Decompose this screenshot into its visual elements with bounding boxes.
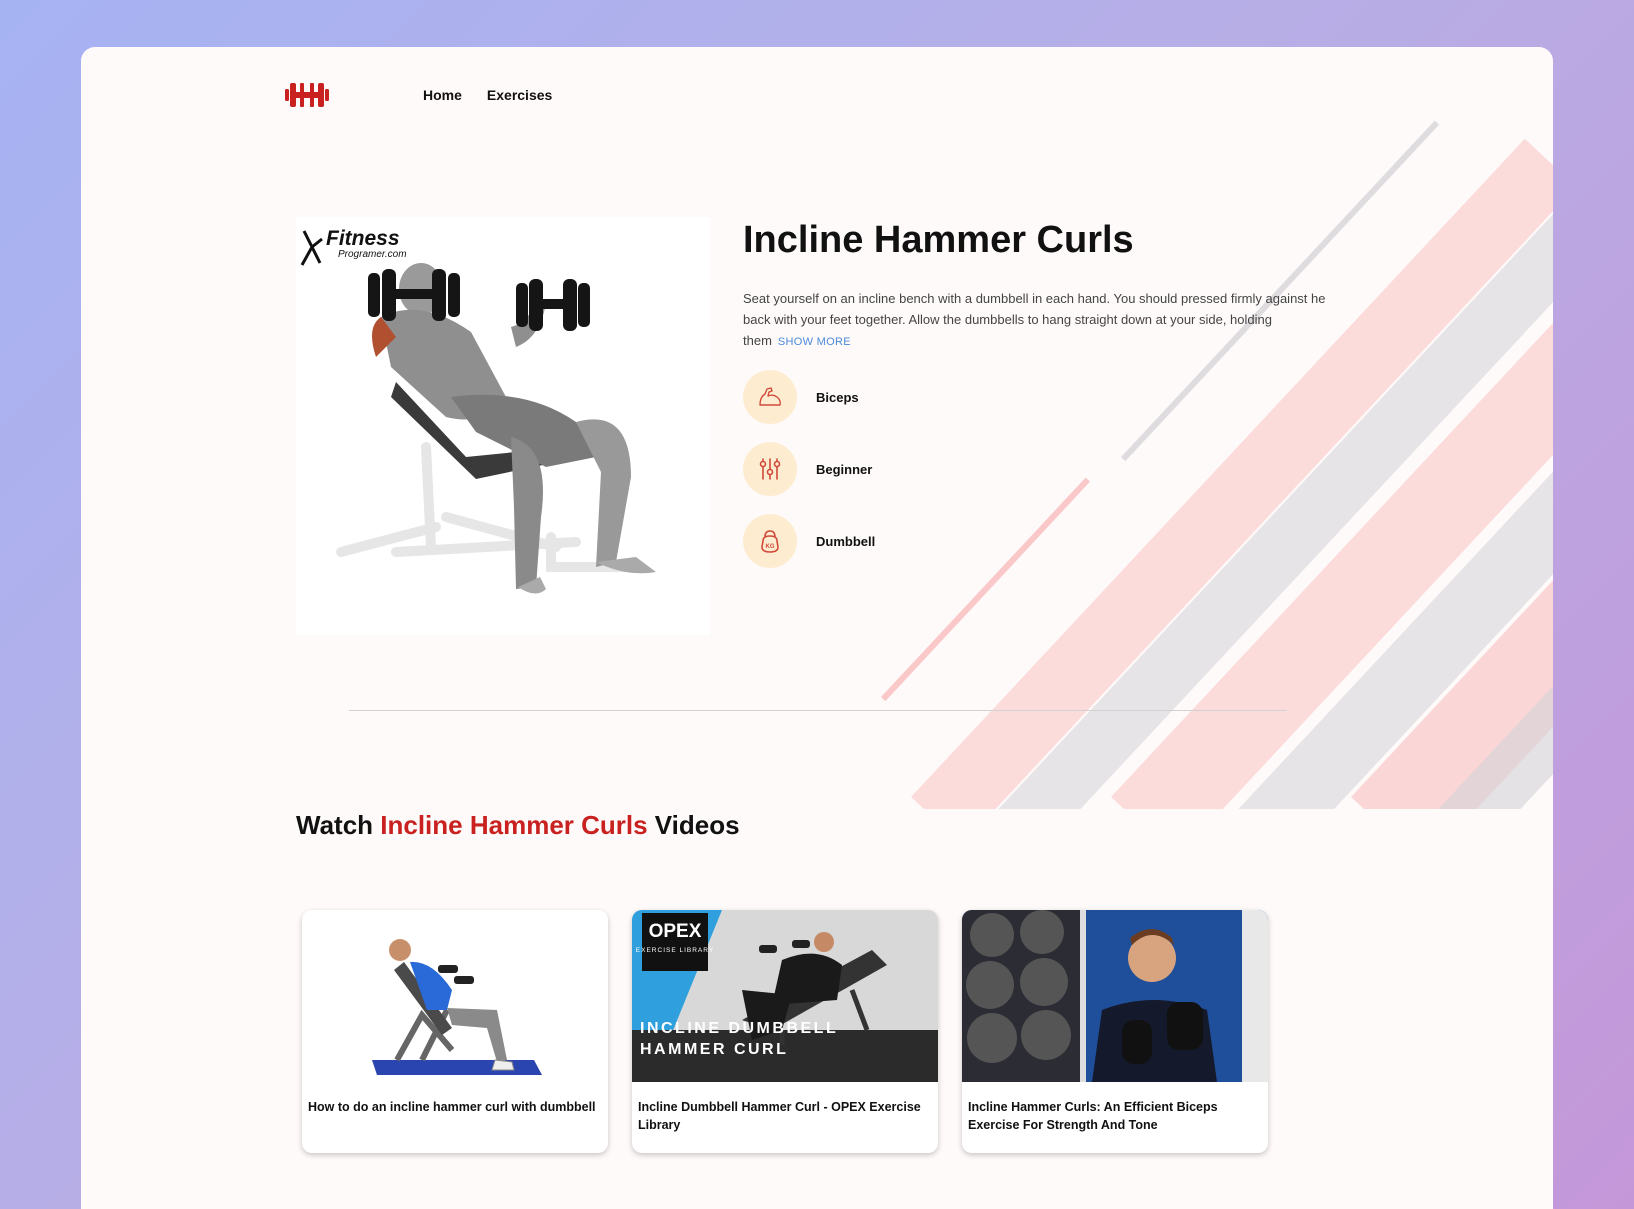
video-title[interactable]: Incline Hammer Curls: An Efficient Bicep… — [962, 1082, 1268, 1134]
kettlebell-icon: KG — [761, 530, 779, 553]
svg-text:Programer.com: Programer.com — [338, 249, 407, 260]
tag-body-part: Biceps — [743, 369, 1343, 425]
exercise-tags: Biceps Beginner KG Dumbbell — [743, 369, 1343, 569]
svg-text:Fitness: Fitness — [326, 227, 400, 250]
video-thumbnail[interactable] — [962, 910, 1268, 1082]
video-title[interactable]: Incline Dumbbell Hammer Curl - OPEX Exer… — [632, 1082, 938, 1134]
opex-badge-title: OPEX — [649, 921, 702, 942]
video-card-list: How to do an incline hammer curl with du… — [302, 910, 1268, 1153]
tag-label-dumbbell: Dumbbell — [816, 533, 876, 549]
nav-link-exercises[interactable]: Exercises — [487, 87, 552, 103]
video-title[interactable]: How to do an incline hammer curl with du… — [302, 1082, 608, 1116]
tag-label-beginner: Beginner — [816, 461, 873, 477]
videos-title-accent: Incline Hammer Curls — [380, 810, 648, 840]
video-thumbnail[interactable]: OPEX EXERCISE LIBRARY INCLINE DUMBBELL H… — [632, 910, 938, 1082]
tag-equipment: KG Dumbbell — [743, 513, 1343, 569]
videos-title-suffix: Videos — [647, 810, 740, 840]
browser-window: Home Exercises Fitness Programer.com Inc… — [81, 47, 1553, 1209]
videos-title-prefix: Watch — [296, 810, 381, 840]
top-nav: Home Exercises — [285, 75, 552, 115]
video-card[interactable]: How to do an incline hammer curl with du… — [302, 910, 608, 1153]
exercise-detail: Incline Hammer Curls Seat yourself on an… — [743, 217, 1343, 585]
video-card[interactable]: Incline Hammer Curls: An Efficient Bicep… — [962, 910, 1268, 1153]
dumbbell-logo-icon[interactable] — [285, 77, 329, 113]
tag-icon-circle — [743, 442, 797, 496]
opex-badge-subtitle: EXERCISE LIBRARY — [636, 947, 714, 954]
tag-icon-circle: KG — [743, 514, 797, 568]
tag-label-biceps: Biceps — [816, 389, 859, 405]
video-card[interactable]: OPEX EXERCISE LIBRARY INCLINE DUMBBELL H… — [632, 910, 938, 1153]
sliders-icon — [759, 458, 781, 480]
video-overlay-text: INCLINE DUMBBELL HAMMER CURL — [640, 1020, 838, 1058]
exercise-description: Seat yourself on an incline bench with a… — [743, 288, 1343, 353]
exercise-illustration: Fitness Programer.com — [296, 217, 710, 635]
videos-section-title: Watch Incline Hammer Curls Videos — [296, 810, 740, 841]
tag-difficulty: Beginner — [743, 441, 1343, 497]
exercise-title: Incline Hammer Curls — [743, 219, 1134, 261]
svg-text:KG: KG — [766, 544, 775, 550]
show-more-link[interactable]: SHOW MORE — [778, 336, 851, 348]
tag-icon-circle — [743, 370, 797, 424]
biceps-icon — [759, 387, 781, 406]
exercise-image: Fitness Programer.com — [296, 217, 710, 635]
nav-link-home[interactable]: Home — [423, 87, 462, 103]
section-divider — [349, 710, 1287, 711]
video-thumbnail[interactable] — [302, 910, 608, 1082]
